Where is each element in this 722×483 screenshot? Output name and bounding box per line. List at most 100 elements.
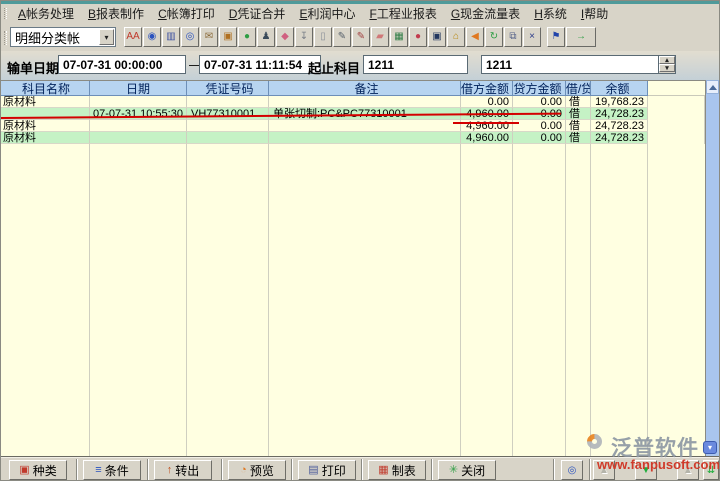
menu-item-e[interactable]: E利润中心 <box>292 4 362 24</box>
app-window: A帐务处理B报表制作C帐簿打印D凭证合并E利润中心F工程业报表G现金流量表H系统… <box>0 0 720 481</box>
cell-memo <box>269 120 461 132</box>
zoom-view-button[interactable]: ◎ <box>561 460 583 480</box>
toolbar-divider <box>221 459 223 481</box>
toolbar-divider <box>589 459 591 481</box>
col-header-balance[interactable]: 余额 <box>591 81 648 96</box>
ledger-book-icon: ▥ <box>166 32 175 42</box>
exit-button[interactable]: → <box>566 27 596 47</box>
table-row[interactable]: 原材料 0.00 0.00 借 19,768.23 <box>1 96 705 108</box>
tabulate-label: 制表 <box>392 462 416 479</box>
cell-balance: 24,728.23 <box>591 108 648 120</box>
balloon-button[interactable]: ● <box>409 27 427 47</box>
cascade-windows-button[interactable]: ⧉ <box>504 27 522 47</box>
col-header-subject[interactable]: 科目名称 <box>1 81 90 96</box>
cell-credit: 0.00 <box>513 120 566 132</box>
vertical-scrollbar[interactable] <box>705 80 719 456</box>
nav-prev-button[interactable]: ▲ <box>677 460 699 480</box>
notes-button[interactable]: ▯ <box>314 27 332 47</box>
toolbar-grip-handle[interactable] <box>4 31 7 45</box>
red-annotation-underline <box>453 122 519 124</box>
nav-last-button[interactable]: ⇊ <box>703 460 719 480</box>
menu-item-f[interactable]: F工程业报表 <box>362 4 443 24</box>
col-header-filler <box>648 81 705 96</box>
globe-button[interactable]: ● <box>238 27 256 47</box>
triangle-up-icon: ▲ <box>599 465 609 476</box>
chevron-down-icon[interactable]: ▾ <box>99 29 114 45</box>
briefcase-icon: ▣ <box>223 32 232 42</box>
print-button[interactable]: ▤ 打印 <box>298 460 356 480</box>
spinner-down-icon[interactable]: ▾ <box>659 64 675 72</box>
ledger-book-button[interactable]: ▥ <box>162 27 180 47</box>
close-view-button[interactable]: × <box>523 27 541 47</box>
menu-item-d[interactable]: D凭证合并 <box>222 4 293 24</box>
search-account-button[interactable]: ◉ <box>143 27 161 47</box>
flag-button[interactable]: ⚑ <box>547 27 565 47</box>
cell-date <box>90 120 187 132</box>
cell-debit: 0.00 <box>461 96 513 108</box>
monitor-icon: ▣ <box>432 32 441 42</box>
close-button[interactable]: ✳ 关闭 <box>438 460 496 480</box>
menu-item-a[interactable]: A帐务处理 <box>11 4 81 24</box>
mail-button[interactable]: ✉ <box>200 27 218 47</box>
menu-item-i[interactable]: I帮助 <box>574 4 615 24</box>
bottom-toolbar: ▣ 种类 ≡ 条件 ↑ 转出 ◔ 预览 ▤ 打印 ▦ 制表 ✳ <box>1 456 719 481</box>
toolbar-divider <box>147 459 149 481</box>
account-from-field[interactable]: 1211 <box>363 55 468 74</box>
col-header-voucher[interactable]: 凭证号码 <box>187 81 269 96</box>
cell-filler <box>648 120 705 132</box>
paint-button[interactable]: ◆ <box>276 27 294 47</box>
refresh-doc-button[interactable]: ↻ <box>485 27 503 47</box>
nav-first-button[interactable]: ▲ <box>593 460 615 480</box>
report-type-dropdown[interactable]: 明细分类帐 ▾ <box>10 27 116 47</box>
org-chart-button[interactable]: ⌂ <box>447 27 465 47</box>
grid-table-button[interactable]: ▦ <box>390 27 408 47</box>
account-to-field[interactable]: 1211 <box>481 55 659 74</box>
grid-line <box>460 144 461 456</box>
ledger-table: 科目名称 日期 凭证号码 备注 借方金额 贷方金额 借/贷 余额 原材料 0.0… <box>1 80 705 456</box>
close-view-icon: × <box>529 32 535 42</box>
org-chart-icon: ⌂ <box>453 32 459 42</box>
speaker-button[interactable]: ◀ <box>466 27 484 47</box>
date-from-field[interactable]: 07-07-31 00:00:00 <box>58 55 186 74</box>
table-row[interactable]: 原材料 4,960.00 0.00 借 24,728.23 <box>1 120 705 132</box>
menu-item-h[interactable]: H系统 <box>527 4 574 24</box>
menu-grip-handle[interactable] <box>4 8 7 19</box>
category-button[interactable]: ▣ 种类 <box>9 460 67 480</box>
find-replace-button[interactable]: AA <box>124 27 142 47</box>
speaker-icon: ◀ <box>471 32 479 42</box>
table-header-row: 科目名称 日期 凭证号码 备注 借方金额 贷方金额 借/贷 余额 <box>1 81 705 96</box>
menu-item-g[interactable]: G现金流量表 <box>444 4 527 24</box>
scroll-up-button[interactable] <box>706 80 719 94</box>
spinner-up-icon[interactable]: ▴ <box>659 56 675 64</box>
condition-button[interactable]: ≡ 条件 <box>83 460 141 480</box>
date-range-label: 输单日期 <box>7 58 59 77</box>
cell-filler <box>648 132 705 144</box>
nav-next-button[interactable]: ▼ <box>635 460 657 480</box>
pin-button[interactable]: ↧ <box>295 27 313 47</box>
export-button[interactable]: ↑ 转出 <box>154 460 212 480</box>
col-header-credit[interactable]: 贷方金额 <box>513 81 566 96</box>
eraser-button[interactable]: ▰ <box>371 27 389 47</box>
operator-button[interactable]: ♟ <box>257 27 275 47</box>
col-header-memo[interactable]: 备注 <box>269 81 461 96</box>
table-row[interactable]: 原材料 4,960.00 0.00 借 24,728.23 <box>1 132 705 144</box>
briefcase-button[interactable]: ▣ <box>219 27 237 47</box>
tabulate-button[interactable]: ▦ 制表 <box>368 460 426 480</box>
col-header-debit[interactable]: 借方金额 <box>461 81 513 96</box>
chevron-up-icon <box>709 85 717 90</box>
cell-memo <box>269 132 461 144</box>
pencil-edit-button[interactable]: ✎ <box>352 27 370 47</box>
cell-dc: 借 <box>566 108 591 120</box>
zoom-voucher-button[interactable]: ◎ <box>181 27 199 47</box>
col-header-dc[interactable]: 借/贷 <box>566 81 591 96</box>
menu-item-c[interactable]: C帐簿打印 <box>151 4 222 24</box>
menu-item-b[interactable]: B报表制作 <box>81 4 151 24</box>
preview-button[interactable]: ◔ 预览 <box>228 460 286 480</box>
date-to-field[interactable]: 07-07-31 11:11:54 <box>199 55 321 74</box>
pencil-button[interactable]: ✎ <box>333 27 351 47</box>
col-header-date[interactable]: 日期 <box>90 81 187 96</box>
monitor-button[interactable]: ▣ <box>428 27 446 47</box>
menu-bar: A帐务处理B报表制作C帐簿打印D凭证合并E利润中心F工程业报表G现金流量表H系统… <box>1 4 719 23</box>
cell-date <box>90 132 187 144</box>
category-label: 种类 <box>33 462 57 479</box>
